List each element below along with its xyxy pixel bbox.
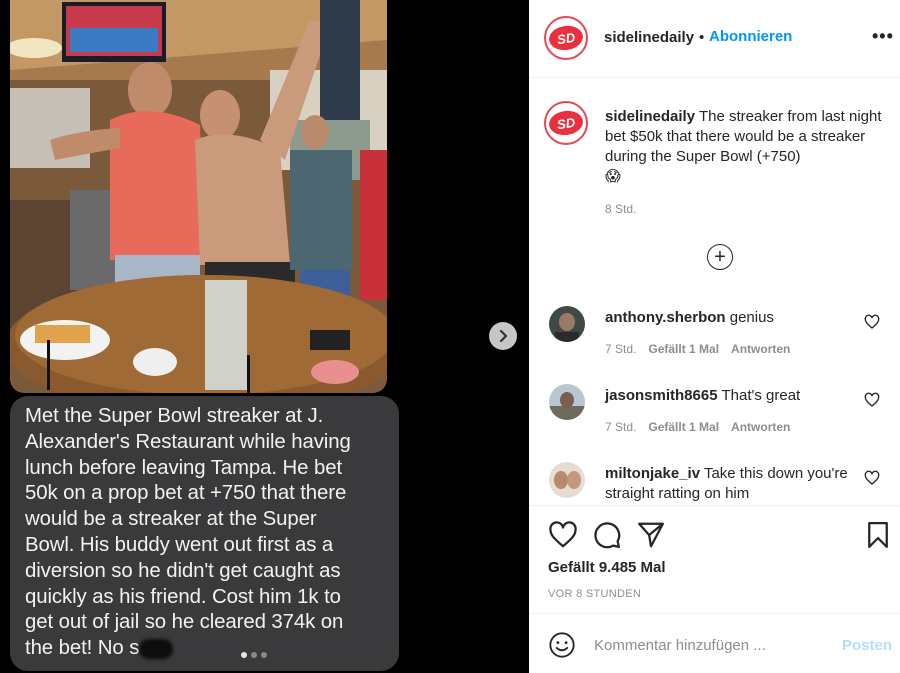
comment-likes[interactable]: Gefällt 1 Mal — [648, 342, 719, 356]
heart-icon[interactable] — [864, 470, 880, 486]
separator-dot: • — [699, 29, 705, 46]
caption-line: 50k on a prop bet at +750 that there — [25, 482, 347, 505]
comment-meta: 7 Std. Gefällt 1 Mal Antworten — [605, 342, 790, 356]
reply-button[interactable]: Antworten — [731, 342, 790, 356]
avatar[interactable] — [549, 306, 585, 342]
brand-logo-icon: SD — [547, 108, 585, 138]
comment-body: That's great — [721, 387, 801, 404]
post-header: SD sidelinedaily • Abonnieren ••• — [529, 0, 900, 78]
comment-username[interactable]: anthony.sherbon — [605, 309, 726, 326]
caption-line: would be a streaker at the Super — [25, 508, 317, 531]
post-time-ago[interactable]: VOR 8 STUNDEN — [548, 588, 641, 600]
carousel-dots — [241, 652, 267, 658]
comment-text: anthony.sherbon genius — [605, 308, 855, 328]
avatar-image — [549, 306, 585, 342]
like-heart-icon[interactable] — [548, 520, 578, 550]
caption-line: lunch before leaving Tampa. He bet — [25, 456, 343, 479]
carousel-dot-active — [241, 652, 247, 658]
comment-input[interactable]: Kommentar hinzufügen ... — [594, 637, 766, 654]
next-slide-button[interactable] — [489, 322, 517, 350]
avatar[interactable]: SD — [544, 101, 588, 145]
comment-text: miltonjake_iv Take this down you're stra… — [605, 464, 855, 504]
comment-meta: 7 Std. Gefällt 1 Mal Antworten — [605, 420, 790, 434]
shocked-emoji-icon: 😱 — [605, 168, 621, 185]
comment-username[interactable]: miltonjake_iv — [605, 465, 700, 482]
header-username[interactable]: sidelinedaily — [604, 29, 694, 46]
comment-body: genius — [729, 309, 774, 326]
action-bar: Gefällt 9.485 Mal VOR 8 STUNDEN — [529, 505, 900, 613]
comment-item: jasonsmith8665 That's great 7 Std. Gefäl… — [529, 384, 900, 454]
caption-username[interactable]: sidelinedaily — [605, 108, 695, 125]
chevron-right-icon — [499, 329, 508, 343]
comment-bubble-icon[interactable] — [592, 520, 622, 550]
caption-line: Alexander's Restaurant while having — [25, 430, 351, 453]
comment-likes[interactable]: Gefällt 1 Mal — [648, 420, 719, 434]
caption-line: Bowl. His buddy went out first as a — [25, 533, 334, 556]
screenshot-text-bubble: Met the Super Bowl streaker at J. Alexan… — [10, 396, 399, 671]
avatar-image — [549, 384, 585, 420]
post-comment-button[interactable]: Posten — [842, 637, 892, 654]
avatar[interactable]: SD — [544, 16, 588, 60]
restaurant-photo — [10, 0, 387, 393]
brand-logo-icon: SD — [547, 23, 585, 53]
caption-line: get out of jail so he cleared 374k on — [25, 611, 344, 634]
caption-line: diversion so he didn't get caught as — [25, 559, 341, 582]
heart-icon[interactable] — [864, 314, 880, 330]
comment-username[interactable]: jasonsmith8665 — [605, 387, 718, 404]
censor-blur — [139, 638, 174, 659]
plus-icon: + — [714, 246, 726, 268]
caption-timestamp[interactable]: 8 Std. — [605, 202, 636, 216]
caption-text: sidelinedaily The streaker from last nig… — [605, 107, 885, 187]
comments-scroll-area[interactable]: SD sidelinedaily The streaker from last … — [529, 79, 900, 505]
more-options-icon[interactable]: ••• — [872, 26, 894, 47]
comment-time[interactable]: 7 Std. — [605, 342, 636, 356]
comment-text: jasonsmith8665 That's great — [605, 386, 855, 406]
avatar[interactable] — [549, 384, 585, 420]
likes-count[interactable]: Gefällt 9.485 Mal — [548, 559, 666, 576]
reply-button[interactable]: Antworten — [731, 420, 790, 434]
load-more-comments-button[interactable]: + — [707, 244, 733, 270]
media-pane: Met the Super Bowl streaker at J. Alexan… — [0, 0, 529, 673]
avatar-image — [549, 462, 585, 498]
share-send-icon[interactable] — [636, 520, 666, 550]
comment-item: miltonjake_iv Take this down you're stra… — [529, 462, 900, 505]
caption-line-last: the bet! No s — [25, 636, 385, 662]
caption-last-text: the bet! No s — [25, 637, 140, 660]
heart-icon[interactable] — [864, 392, 880, 408]
comment-time[interactable]: 7 Std. — [605, 420, 636, 434]
carousel-dot — [261, 652, 267, 658]
add-comment-bar: Kommentar hinzufügen ... Posten — [529, 613, 900, 673]
emoji-icon[interactable] — [548, 631, 576, 659]
caption-line: Met the Super Bowl streaker at J. — [25, 405, 324, 427]
caption-line: quickly as his friend. Cost him 1k to — [25, 585, 341, 608]
follow-button[interactable]: Abonnieren — [709, 28, 792, 45]
post-photo — [10, 0, 387, 393]
carousel-dot — [251, 652, 257, 658]
comment-item: anthony.sherbon genius 7 Std. Gefällt 1 … — [529, 306, 900, 376]
post-info-pane: SD sidelinedaily • Abonnieren ••• SD sid… — [529, 0, 900, 673]
avatar[interactable] — [549, 462, 585, 498]
bookmark-icon[interactable] — [863, 520, 893, 550]
